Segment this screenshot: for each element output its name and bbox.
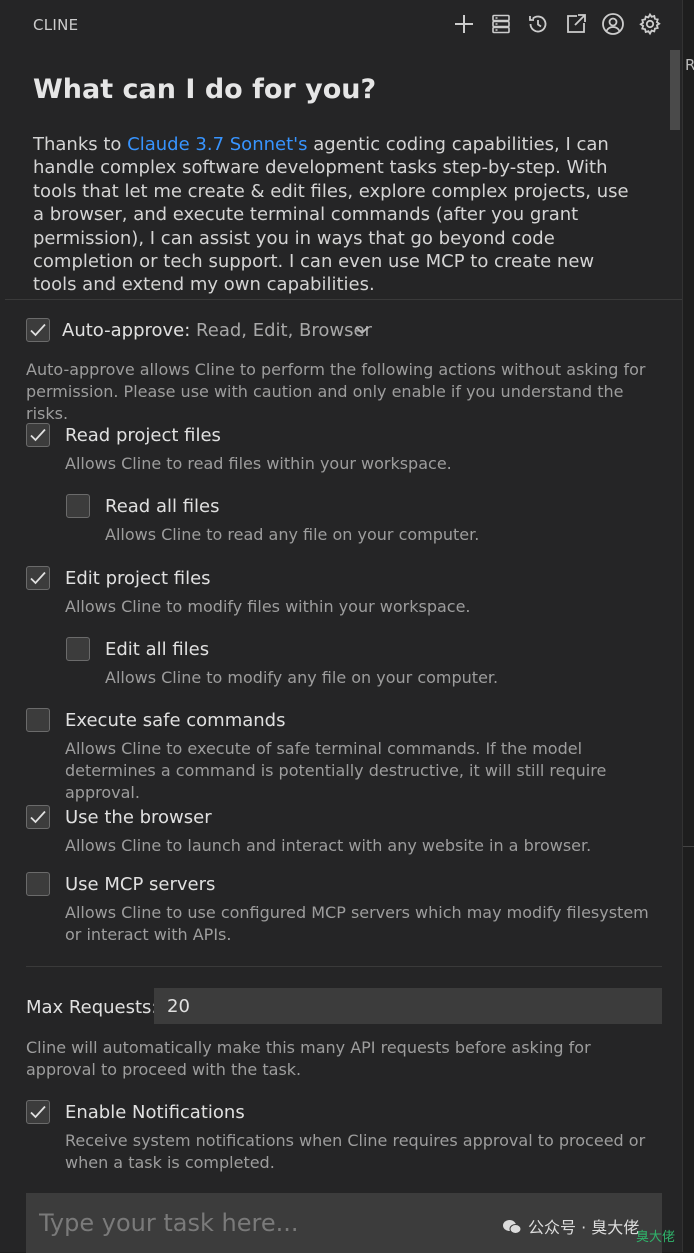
max-requests-input[interactable] xyxy=(154,988,662,1024)
auto-approve-description: Auto-approve allows Cline to perform the… xyxy=(26,360,646,423)
scrollbar-thumb[interactable] xyxy=(670,50,680,130)
header-bar: CLINE xyxy=(0,0,682,48)
watermark: 公众号 · 臭大佬 xyxy=(502,1214,639,1238)
execute-safe-commands-label[interactable]: Execute safe commands xyxy=(65,710,285,731)
use-mcp-servers-checkbox[interactable] xyxy=(26,872,50,896)
edit-all-files-description: Allows Cline to modify any file on your … xyxy=(105,668,499,687)
editor-edge: R xyxy=(682,0,694,1252)
panel-title: CLINE xyxy=(33,16,79,34)
max-requests-description: Cline will automatically make this many … xyxy=(26,1038,591,1079)
intro-text-start: Thanks to xyxy=(33,134,128,155)
execute-safe-commands-checkbox[interactable] xyxy=(26,708,50,732)
edit-all-files-checkbox[interactable] xyxy=(66,637,90,661)
edit-project-files-checkbox[interactable] xyxy=(26,566,50,590)
plus-icon[interactable] xyxy=(452,12,476,36)
edit-project-files-description: Allows Cline to modify files within your… xyxy=(65,597,471,616)
auto-approve-values: Read, Edit, Browser xyxy=(196,320,372,341)
read-all-files-description: Allows Cline to read any file on your co… xyxy=(105,525,480,544)
read-all-files-checkbox[interactable] xyxy=(66,494,90,518)
section-divider xyxy=(26,966,662,967)
edit-project-files-label[interactable]: Edit project files xyxy=(65,568,211,589)
max-requests-label: Max Requests: xyxy=(26,997,158,1018)
editor-edge-letter: R xyxy=(685,56,694,74)
server-icon[interactable] xyxy=(489,12,513,36)
read-project-files-description: Allows Cline to read files within your w… xyxy=(65,454,452,473)
use-browser-description: Allows Cline to launch and interact with… xyxy=(65,836,592,855)
use-mcp-servers-label[interactable]: Use MCP servers xyxy=(65,874,215,895)
welcome-description: Thanks to Claude 3.7 Sonnet's agentic co… xyxy=(33,133,643,297)
wechat-icon xyxy=(503,1220,522,1234)
popout-icon[interactable] xyxy=(564,12,588,36)
enable-notifications-label[interactable]: Enable Notifications xyxy=(65,1102,245,1123)
section-divider xyxy=(5,299,682,300)
watermark-corner: 臭大佬 xyxy=(636,1230,676,1245)
account-icon[interactable] xyxy=(601,12,625,36)
read-project-files-label[interactable]: Read project files xyxy=(65,425,221,446)
auto-approve-label[interactable]: Auto-approve: Read, Edit, Browser xyxy=(62,320,372,341)
intro-text-end: agentic coding capabilities, I can handl… xyxy=(33,134,629,296)
enable-notifications-description: Receive system notifications when Cline … xyxy=(65,1131,646,1172)
read-all-files-label[interactable]: Read all files xyxy=(105,496,220,517)
auto-approve-checkbox[interactable] xyxy=(26,318,50,342)
auto-approve-title: Auto-approve: xyxy=(62,320,191,341)
use-browser-label[interactable]: Use the browser xyxy=(65,807,212,828)
cline-sidebar: CLINE What can I do for you? Thanks to C… xyxy=(0,0,682,1253)
gear-icon[interactable] xyxy=(638,12,662,36)
read-project-files-checkbox[interactable] xyxy=(26,423,50,447)
execute-safe-commands-description: Allows Cline to execute of safe terminal… xyxy=(65,739,607,802)
model-link[interactable]: Claude 3.7 Sonnet's xyxy=(127,134,307,155)
editor-edge-rule xyxy=(683,846,694,847)
chevron-down-icon[interactable] xyxy=(354,322,370,338)
use-mcp-servers-description: Allows Cline to use configured MCP serve… xyxy=(65,903,649,944)
welcome-title: What can I do for you? xyxy=(33,74,377,105)
use-browser-checkbox[interactable] xyxy=(26,805,50,829)
watermark-text: 公众号 · 臭大佬 xyxy=(528,1218,640,1237)
edit-all-files-label[interactable]: Edit all files xyxy=(105,639,209,660)
enable-notifications-checkbox[interactable] xyxy=(26,1100,50,1124)
history-icon[interactable] xyxy=(526,12,550,36)
